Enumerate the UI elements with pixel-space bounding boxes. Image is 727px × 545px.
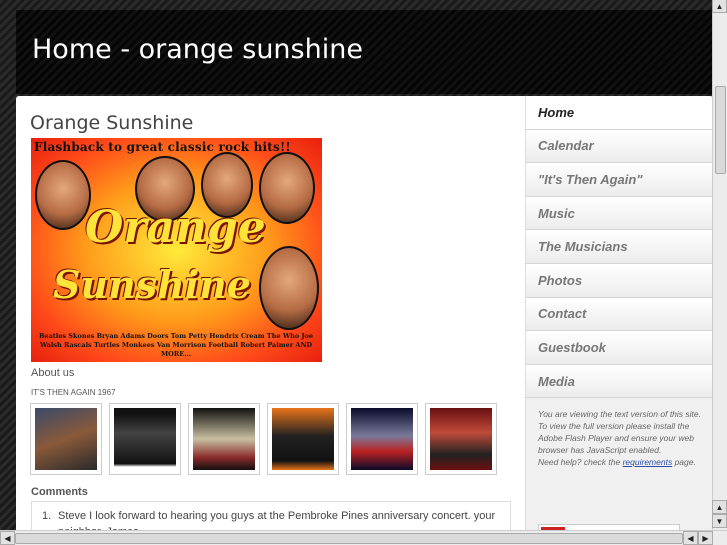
flash-notice: You are viewing the text version of this… <box>538 408 706 468</box>
scroll-left-arrow-icon[interactable]: ◀ <box>0 531 15 545</box>
nav-item-calendar[interactable]: Calendar <box>526 129 713 164</box>
notice-line-install-flash: To view the full version please install … <box>538 421 694 455</box>
album-title: IT'S THEN AGAIN 1967 <box>31 388 116 397</box>
nav-item-the-musicians[interactable]: The Musicians <box>526 230 713 264</box>
band-banner-image: Flashback to great classic rock hits!! O… <box>31 138 322 362</box>
nav-item-photos[interactable]: Photos <box>526 263 713 298</box>
comment-number: 1. <box>42 510 52 522</box>
page-container: Orange Sunshine Flashback to great class… <box>16 96 713 536</box>
banner-word-orange: Orange <box>85 202 266 253</box>
gallery-thumbnail[interactable] <box>267 403 339 475</box>
site-title: Home - orange sunshine <box>32 34 363 65</box>
scroll-left-arrow-icon[interactable]: ◀ <box>683 531 698 545</box>
nav-item-guestbook[interactable]: Guestbook <box>526 331 713 365</box>
gallery-thumbnail[interactable] <box>188 403 260 475</box>
main-content: Orange Sunshine Flashback to great class… <box>16 96 525 536</box>
horizontal-scroll-thumb[interactable] <box>15 533 683 544</box>
nav-item-media[interactable]: Media <box>526 364 713 399</box>
horizontal-scrollbar[interactable]: ◀ ◀ ▶ <box>0 530 727 545</box>
scroll-up-arrow-icon[interactable]: ▲ <box>712 0 727 13</box>
vertical-scrollbar[interactable]: ▲ ▲ ▼ <box>712 0 727 530</box>
site-header: Home - orange sunshine <box>16 10 713 94</box>
notice-help-suffix: page. <box>672 457 696 467</box>
banner-band-list: Beatles Skones Bryan Adams Doors Tom Pet… <box>38 332 314 358</box>
nav-item-contact[interactable]: Contact <box>526 297 713 332</box>
banner-face <box>259 246 319 330</box>
gallery-thumbnail[interactable] <box>425 403 497 475</box>
banner-word-sunshine: Sunshine <box>53 262 251 307</box>
photo-gallery <box>30 403 497 475</box>
scroll-down-arrow-icon[interactable]: ▼ <box>712 514 727 528</box>
scroll-right-arrow-icon[interactable]: ▶ <box>698 531 713 545</box>
notice-help-prefix: Need help? check the <box>538 457 623 467</box>
scroll-up-arrow-icon[interactable]: ▲ <box>712 500 727 514</box>
notice-line-help: Need help? check the requirements page. <box>538 456 706 468</box>
nav-item-home[interactable]: Home <box>526 96 713 130</box>
sidebar-nav: Home Calendar "It's Then Again" Music Th… <box>525 96 713 536</box>
gallery-thumbnail[interactable] <box>346 403 418 475</box>
gallery-thumbnail[interactable] <box>30 403 102 475</box>
banner-face <box>259 152 315 224</box>
banner-tagline: Flashback to great classic rock hits!! <box>34 140 291 154</box>
nav-item-music[interactable]: Music <box>526 196 713 231</box>
nav-item-its-then-again[interactable]: "It's Then Again" <box>526 163 713 197</box>
notice-line-text-version: You are viewing the text version of this… <box>538 409 702 419</box>
requirements-link[interactable]: requirements <box>623 457 673 467</box>
gallery-thumbnail[interactable] <box>109 403 181 475</box>
banner-face <box>35 160 91 230</box>
vertical-scroll-thumb[interactable] <box>715 86 726 174</box>
page-title: Orange Sunshine <box>30 112 194 134</box>
comments-heading: Comments <box>31 486 88 498</box>
about-us-label: About us <box>31 367 75 379</box>
